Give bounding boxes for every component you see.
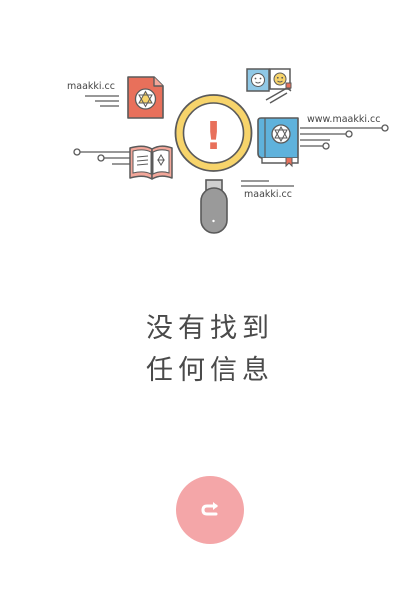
empty-state-message: 没有找到 任何信息 xyxy=(0,308,420,392)
label-left: maakki.cc xyxy=(67,81,115,92)
label-bottom: maakki.cc xyxy=(244,189,292,200)
emoji-cards-icon xyxy=(246,68,292,104)
blue-book-icon xyxy=(257,117,299,168)
empty-state-illustration: maakki.cc ! www.maakki.cc maakki.cc xyxy=(67,68,389,234)
refresh-button[interactable] xyxy=(176,476,244,544)
refresh-icon xyxy=(201,502,218,516)
document-icon xyxy=(127,76,164,119)
alert-icon: ! xyxy=(205,114,222,158)
empty-state-line-1: 没有找到 xyxy=(146,313,274,344)
empty-state-line-2: 任何信息 xyxy=(146,355,274,386)
open-book-icon xyxy=(129,145,173,180)
magnifier-icon: ! xyxy=(174,94,253,234)
label-right: www.maakki.cc xyxy=(307,114,380,125)
